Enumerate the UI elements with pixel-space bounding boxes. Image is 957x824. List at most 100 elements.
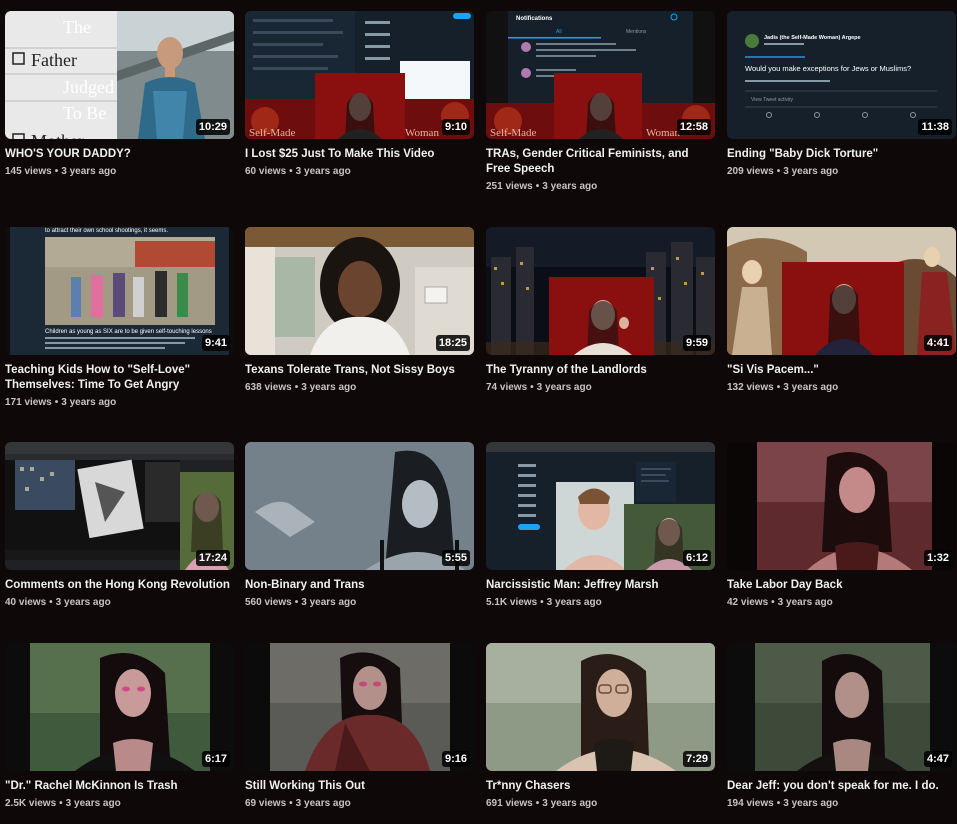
thumbnail-art xyxy=(486,643,715,771)
upload-age: 3 years ago xyxy=(542,798,598,809)
video-card[interactable]: 9:59 The Tyranny of the Landlords 74 vie… xyxy=(486,227,715,394)
thumb-text: to attract their own school shootings, i… xyxy=(45,228,168,234)
duration-badge: 1:32 xyxy=(923,550,952,566)
video-title[interactable]: Teaching Kids How to "Self-Love" Themsel… xyxy=(5,363,234,393)
video-meta: 171 views • 3 years ago xyxy=(5,396,234,409)
video-thumbnail[interactable]: 6:12 xyxy=(486,442,715,570)
thumb-text: Would you make exceptions for Jews or Mu… xyxy=(745,64,911,73)
video-card[interactable]: Self-Made Woman 9:10 I Lost $25 Just To … xyxy=(245,11,474,178)
upload-age: 3 years ago xyxy=(295,166,351,177)
video-card[interactable]: 9:16 Still Working This Out 69 views • 3 y… xyxy=(245,643,474,810)
video-meta: 209 views • 3 years ago xyxy=(727,165,956,178)
video-card[interactable]: Notifications All Mentions Self-Made Wom… xyxy=(486,11,715,193)
video-card[interactable]: The Father Judged To Be Mother 10:29 WHO… xyxy=(5,11,234,178)
video-thumbnail[interactable]: 1:32 xyxy=(727,442,956,570)
upload-age: 3 years ago xyxy=(61,397,117,408)
video-title[interactable]: The Tyranny of the Landlords xyxy=(486,363,715,378)
video-title[interactable]: Tr*nny Chasers xyxy=(486,779,715,794)
duration-badge: 17:24 xyxy=(195,550,230,566)
video-card[interactable]: 5:55 Non-Binary and Trans 560 views • 3 ye… xyxy=(245,442,474,609)
video-title[interactable]: Ending "Baby Dick Torture" xyxy=(727,147,956,162)
video-title[interactable]: I Lost $25 Just To Make This Video xyxy=(245,147,474,162)
video-title[interactable]: Dear Jeff: you don't speak for me. I do. xyxy=(727,779,956,794)
upload-age: 3 years ago xyxy=(777,597,833,608)
thumb-text: Jadis (the Self-Made Woman) Argepe xyxy=(764,35,861,41)
view-count: 40 views xyxy=(5,597,47,608)
video-thumbnail[interactable]: 17:24 xyxy=(5,442,234,570)
video-title[interactable]: "Si Vis Pacem..." xyxy=(727,363,956,378)
duration-badge: 11:38 xyxy=(918,119,952,135)
video-thumbnail[interactable]: The Father Judged To Be Mother 10:29 xyxy=(5,11,234,139)
view-count: 2.5K views xyxy=(5,798,57,809)
video-thumbnail[interactable]: 4:47 xyxy=(727,643,956,771)
thumbnail-art xyxy=(245,643,474,771)
video-thumbnail[interactable]: 7:29 xyxy=(486,643,715,771)
video-thumbnail[interactable]: 18:25 xyxy=(245,227,474,355)
video-title[interactable]: WHO'S YOUR DADDY? xyxy=(5,147,234,162)
thumb-text: Woman xyxy=(646,127,680,139)
video-title[interactable]: TRAs, Gender Critical Feminists, and Fre… xyxy=(486,147,715,177)
thumbnail-art xyxy=(5,643,234,771)
upload-age: 3 years ago xyxy=(65,798,121,809)
video-card[interactable]: to attract their own school shootings, i… xyxy=(5,227,234,409)
thumb-text: Mother xyxy=(31,131,84,139)
upload-age: 3 years ago xyxy=(783,382,839,393)
duration-badge: 4:41 xyxy=(923,335,952,351)
thumb-text: To Be xyxy=(63,103,106,123)
duration-badge: 5:55 xyxy=(441,550,470,566)
meta-separator: • xyxy=(294,382,299,393)
upload-age: 3 years ago xyxy=(783,166,839,177)
video-title[interactable]: Non-Binary and Trans xyxy=(245,578,474,593)
video-thumbnail[interactable]: Self-Made Woman 9:10 xyxy=(245,11,474,139)
video-card[interactable]: 4:47 Dear Jeff: you don't speak for me. … xyxy=(727,643,956,810)
meta-separator: • xyxy=(294,597,299,608)
video-title[interactable]: Still Working This Out xyxy=(245,779,474,794)
video-thumbnail[interactable]: 9:59 xyxy=(486,227,715,355)
video-card[interactable]: 1:32 Take Labor Day Back 42 views • 3 year… xyxy=(727,442,956,609)
thumb-text: The xyxy=(63,17,91,37)
duration-badge: 6:17 xyxy=(201,751,230,767)
video-meta: 2.5K views • 3 years ago xyxy=(5,797,234,810)
upload-age: 3 years ago xyxy=(295,798,351,809)
duration-badge: 10:29 xyxy=(195,119,230,135)
view-count: 5.1K views xyxy=(486,597,538,608)
video-card[interactable]: 17:24 Comments on the Hong Kong Revoluti… xyxy=(5,442,234,609)
upload-age: 3 years ago xyxy=(536,382,592,393)
meta-separator: • xyxy=(54,397,59,408)
video-thumbnail[interactable]: Notifications All Mentions Self-Made Wom… xyxy=(486,11,715,139)
video-thumbnail[interactable]: to attract their own school shootings, i… xyxy=(5,227,234,355)
video-meta: 251 views • 3 years ago xyxy=(486,180,715,193)
video-thumbnail[interactable]: 5:55 xyxy=(245,442,474,570)
meta-separator: • xyxy=(535,798,540,809)
video-thumbnail[interactable]: 9:16 xyxy=(245,643,474,771)
video-meta: 69 views • 3 years ago xyxy=(245,797,474,810)
duration-badge: 9:41 xyxy=(201,335,230,351)
duration-badge: 4:47 xyxy=(923,751,952,767)
thumb-text: Notifications xyxy=(516,16,553,22)
video-card[interactable]: 7:29 Tr*nny Chasers 691 views • 3 years ag… xyxy=(486,643,715,810)
video-meta: 194 views • 3 years ago xyxy=(727,797,956,810)
video-meta: 5.1K views • 3 years ago xyxy=(486,596,715,609)
video-title[interactable]: Narcissistic Man: Jeffrey Marsh xyxy=(486,578,715,593)
video-card[interactable]: 6:17 "Dr." Rachel McKinnon Is Trash 2.5K… xyxy=(5,643,234,810)
video-title[interactable]: Comments on the Hong Kong Revolution xyxy=(5,578,234,593)
video-thumbnail[interactable]: 4:41 xyxy=(727,227,956,355)
video-card[interactable]: 4:41 "Si Vis Pacem..." 132 views • 3 years… xyxy=(727,227,956,394)
video-title[interactable]: Take Labor Day Back xyxy=(727,578,956,593)
video-card[interactable]: 18:25 Texans Tolerate Trans, Not Sissy B… xyxy=(245,227,474,394)
view-count: 638 views xyxy=(245,382,292,393)
meta-separator: • xyxy=(540,597,544,608)
video-card[interactable]: 6:12 Narcissistic Man: Jeffrey Marsh 5.1… xyxy=(486,442,715,609)
video-card[interactable]: Jadis (the Self-Made Woman) Argepe Would… xyxy=(727,11,956,178)
meta-separator: • xyxy=(771,597,775,608)
video-title[interactable]: Texans Tolerate Trans, Not Sissy Boys xyxy=(245,363,474,378)
meta-separator: • xyxy=(535,181,540,192)
meta-separator: • xyxy=(289,798,293,809)
video-thumbnail[interactable]: Jadis (the Self-Made Woman) Argepe Would… xyxy=(727,11,956,139)
view-count: 132 views xyxy=(727,382,774,393)
video-title[interactable]: "Dr." Rachel McKinnon Is Trash xyxy=(5,779,234,794)
meta-separator: • xyxy=(776,798,781,809)
view-count: 60 views xyxy=(245,166,287,177)
video-thumbnail[interactable]: 6:17 xyxy=(5,643,234,771)
video-meta: 145 views • 3 years ago xyxy=(5,165,234,178)
